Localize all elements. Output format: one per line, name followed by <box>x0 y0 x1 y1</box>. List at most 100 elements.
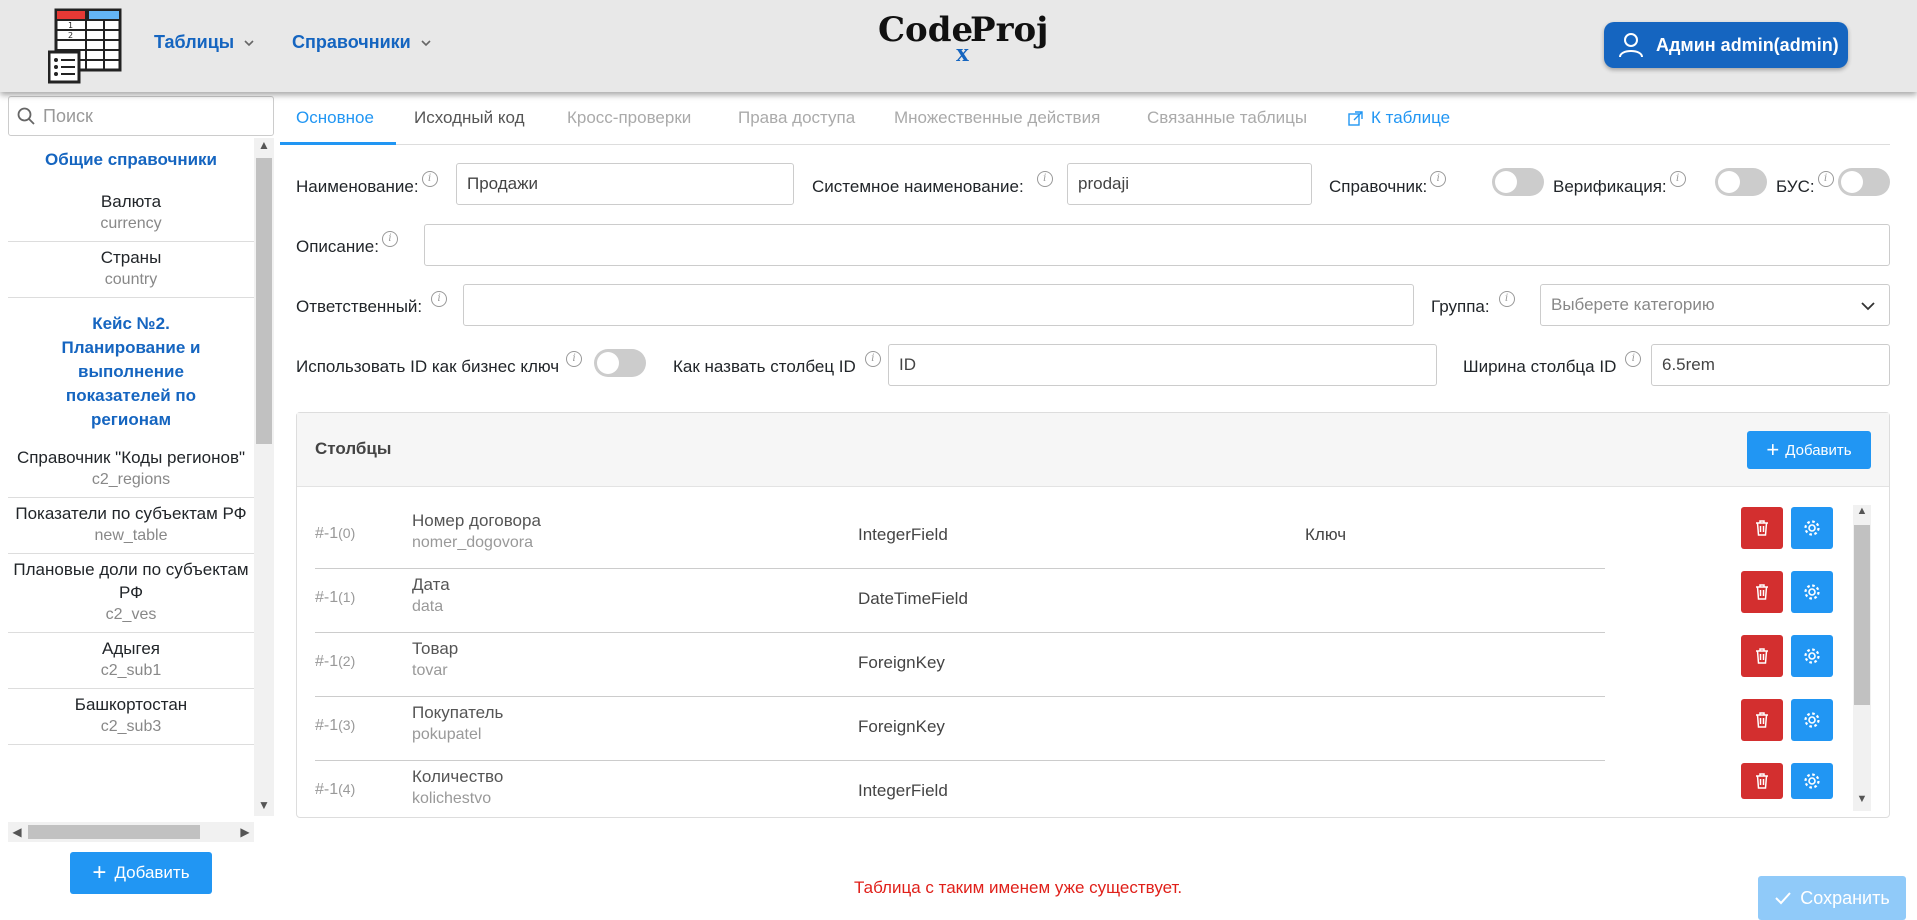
tab-bulk-actions[interactable]: Множественные действия <box>894 108 1100 128</box>
delete-column-button[interactable] <box>1741 571 1783 613</box>
info-icon[interactable]: i <box>864 351 881 367</box>
trash-icon <box>1756 773 1768 789</box>
nav-tables-label: Таблицы <box>154 32 235 52</box>
responsible-input[interactable] <box>463 284 1414 326</box>
sidebar-item-indicators[interactable]: Показатели по субъектам РФ new_table <box>8 498 254 554</box>
column-settings-button[interactable] <box>1791 635 1833 677</box>
sidebar-vertical-scrollbar[interactable]: ▲ ▼ <box>254 138 274 816</box>
tab-source-code[interactable]: Исходный код <box>414 108 524 128</box>
tab-bar: Основное Исходный код Кросс-проверки Пра… <box>280 92 1890 145</box>
id-col-width-input[interactable]: 6.5rem <box>1651 344 1890 386</box>
gear-icon <box>1804 584 1820 600</box>
sidebar-item-currency[interactable]: Валюта currency <box>8 186 254 242</box>
row-index: #-1(2) <box>315 653 355 671</box>
verification-toggle[interactable] <box>1715 168 1767 196</box>
info-icon[interactable]: i <box>1669 171 1686 187</box>
sidebar-item-plan-shares[interactable]: Плановые доли по субъектам РФ c2_ves <box>8 554 254 633</box>
name-label-text: Наименование: <box>296 177 419 196</box>
table-row[interactable]: #-1(0) Номер договора nomer_dogovora Int… <box>315 505 1605 569</box>
table-row[interactable]: #-1(2) Товар tovar ForeignKey <box>315 633 1605 697</box>
info-icon[interactable]: i <box>431 291 448 307</box>
row-position: (1) <box>338 589 356 605</box>
sidebar-item-country[interactable]: Страны country <box>8 242 254 298</box>
use-id-toggle[interactable] <box>594 349 646 377</box>
delete-column-button[interactable] <box>1741 763 1783 799</box>
brand-logo[interactable]: Code x Proj <box>878 10 1048 70</box>
sidebar-horizontal-scrollbar[interactable]: ◀ ▶ <box>8 822 254 842</box>
sidebar-item-adygea[interactable]: Адыгея c2_sub1 <box>8 633 254 689</box>
info-icon[interactable]: i <box>1817 171 1834 187</box>
tab-related-tables[interactable]: Связанные таблицы <box>1147 108 1307 128</box>
search-placeholder: Поиск <box>43 105 93 126</box>
bus-toggle[interactable] <box>1838 168 1890 196</box>
delete-column-button[interactable] <box>1741 699 1783 741</box>
sysname-input[interactable]: prodaji <box>1067 163 1312 205</box>
check-icon <box>1775 892 1792 905</box>
sidebar-add-button[interactable]: + Добавить <box>70 852 212 894</box>
scrollbar-thumb[interactable] <box>256 158 272 444</box>
bus-label: БУС: i <box>1776 171 1834 197</box>
scrollbar-thumb[interactable] <box>28 825 200 839</box>
sidebar-item-label: Башкортостан <box>74 695 188 714</box>
scroll-down-arrow-icon[interactable]: ▼ <box>254 798 274 816</box>
sidebar-item-regions[interactable]: Справочник "Коды регионов" c2_regions <box>8 442 254 498</box>
user-menu-button[interactable]: Админ admin(admin) <box>1604 22 1848 68</box>
info-icon[interactable]: i <box>1625 351 1642 367</box>
info-icon[interactable]: i <box>1498 291 1515 307</box>
sidebar-group-case2[interactable]: Кейс №2. Планирование и выполнение показ… <box>8 298 254 442</box>
description-input[interactable] <box>424 224 1890 266</box>
column-settings-button[interactable] <box>1791 507 1833 549</box>
search-icon <box>17 107 35 125</box>
nav-directories-menu[interactable]: Справочники <box>292 32 433 53</box>
trash-icon <box>1756 584 1768 600</box>
directory-toggle[interactable] <box>1492 168 1544 196</box>
sidebar-list: Общие справочники Валюта currency Страны… <box>8 138 254 816</box>
gear-icon <box>1804 712 1820 728</box>
scrollbar-thumb[interactable] <box>1854 525 1870 705</box>
table-row[interactable]: #-1(3) Покупатель pokupatel ForeignKey <box>315 697 1605 761</box>
group-select[interactable]: Выберете категорию <box>1540 284 1890 326</box>
nav-tables-menu[interactable]: Таблицы <box>154 32 256 53</box>
save-label: Сохранить <box>1800 887 1890 908</box>
columns-scrollbar[interactable]: ▲ ▼ <box>1853 505 1871 811</box>
tab-to-table-link[interactable]: К таблице <box>1348 108 1450 128</box>
delete-column-button[interactable] <box>1741 635 1783 677</box>
name-input[interactable]: Продажи <box>456 163 794 205</box>
id-col-name-input[interactable]: ID <box>888 344 1437 386</box>
table-row[interactable]: #-1(1) Дата data DateTimeField <box>315 569 1605 633</box>
column-settings-button[interactable] <box>1791 763 1833 799</box>
add-column-button[interactable]: + Добавить <box>1747 431 1871 469</box>
table-row[interactable]: #-1(4) Количество kolichestvo IntegerFie… <box>315 761 1605 811</box>
info-icon[interactable]: i <box>1036 171 1053 187</box>
scroll-up-arrow-icon[interactable]: ▲ <box>254 138 274 156</box>
scroll-right-arrow-icon[interactable]: ▶ <box>236 822 254 842</box>
scroll-up-arrow-icon[interactable]: ▲ <box>1853 505 1871 523</box>
tab-access-rights[interactable]: Права доступа <box>738 108 855 128</box>
save-button[interactable]: Сохранить <box>1758 876 1906 920</box>
sidebar-item-label: Плановые доли по субъектам РФ <box>13 560 249 602</box>
info-icon[interactable]: i <box>381 231 398 247</box>
tab-cross-checks[interactable]: Кросс-проверки <box>567 108 691 128</box>
column-settings-button[interactable] <box>1791 571 1833 613</box>
tab-main[interactable]: Основное <box>296 108 374 128</box>
sidebar-group-general[interactable]: Общие справочники <box>8 138 254 186</box>
sidebar-item-sysname: c2_regions <box>91 471 171 488</box>
column-sysname: tovar <box>412 662 448 679</box>
delete-column-button[interactable] <box>1741 507 1783 549</box>
sidebar-item-sysname: currency <box>100 215 162 232</box>
info-icon[interactable]: i <box>566 351 583 367</box>
group-label: Группа: i <box>1431 291 1515 317</box>
row-index: #-1(4) <box>315 781 355 799</box>
info-icon[interactable]: i <box>421 171 438 187</box>
error-message: Таблица с таким именем уже существует. <box>854 878 1183 897</box>
info-icon[interactable]: i <box>1430 171 1447 187</box>
search-input[interactable]: Поиск <box>8 96 274 136</box>
sidebar-item-label: Показатели по субъектам РФ <box>15 504 247 523</box>
column-settings-button[interactable] <box>1791 699 1833 741</box>
scroll-down-arrow-icon[interactable]: ▼ <box>1853 793 1871 811</box>
name-label: Наименование: i <box>296 171 438 197</box>
scroll-left-arrow-icon[interactable]: ◀ <box>8 822 26 842</box>
table-logo-icon[interactable]: 1 2 <box>48 8 124 84</box>
row-position: (3) <box>338 717 356 733</box>
sidebar-item-bashkortostan[interactable]: Башкортостан c2_sub3 <box>8 689 254 745</box>
